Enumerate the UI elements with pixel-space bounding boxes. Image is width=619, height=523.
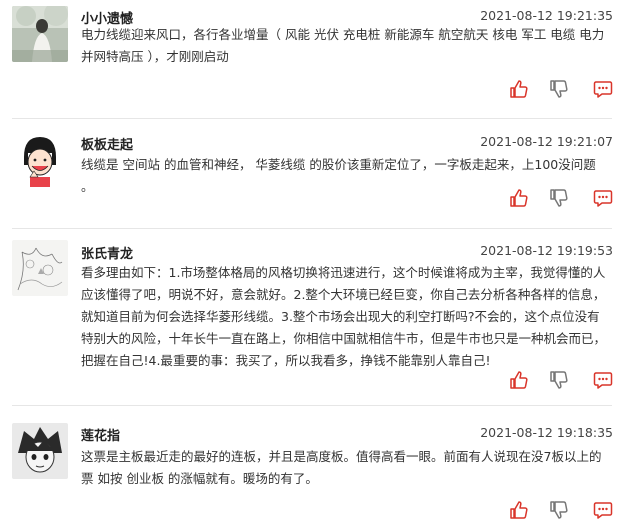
comment-icon[interactable] [593, 79, 613, 99]
timestamp: 2021-08-12 19:21:07 [480, 134, 613, 149]
comment-list: 小小遗憾 2021-08-12 19:21:35 电力线缆迎来风口，各行各业增量… [0, 0, 619, 523]
comment-icon[interactable] [593, 500, 613, 520]
comment-item: 小小遗憾 2021-08-12 19:21:35 电力线缆迎来风口，各行各业增量… [0, 0, 619, 118]
ink-sketch-avatar-icon [12, 240, 68, 296]
username[interactable]: 板板走起 [81, 134, 133, 153]
comment-item: 莲花指 2021-08-12 19:18:35 这票是主板最近走的最好的连板，并… [0, 411, 619, 523]
timestamp: 2021-08-12 19:19:53 [480, 243, 613, 258]
divider [12, 405, 612, 406]
comment-text: 电力线缆迎来风口，各行各业增量（ 风能 光伏 充电桩 新能源车 航空航天 核电 … [81, 27, 605, 64]
thumbs-down-icon[interactable] [549, 500, 569, 520]
avatar[interactable] [12, 240, 68, 296]
timestamp: 2021-08-12 19:21:35 [480, 8, 613, 23]
thumbs-down-icon[interactable] [549, 79, 569, 99]
comment-actions [509, 500, 613, 520]
divider [12, 228, 612, 229]
timestamp: 2021-08-12 19:18:35 [480, 425, 613, 440]
avatar[interactable] [12, 6, 68, 62]
avatar[interactable] [12, 131, 68, 187]
thumbs-up-icon[interactable] [509, 370, 529, 390]
comment-actions [509, 370, 613, 390]
username[interactable]: 张氏青龙 [81, 243, 133, 262]
comment-actions [509, 79, 613, 99]
username[interactable]: 莲花指 [81, 425, 120, 444]
comment-item: 板板走起 2021-08-12 19:21:07 线缆是 空间站 的血管和神经，… [0, 124, 619, 228]
thumbs-up-icon[interactable] [509, 188, 529, 208]
thumbs-up-icon[interactable] [509, 79, 529, 99]
manga-avatar-icon [12, 423, 68, 479]
comment-item: 张氏青龙 2021-08-12 19:19:53 看多理由如下：1.市场整体格局… [0, 234, 619, 404]
thumbs-up-icon[interactable] [509, 500, 529, 520]
woman-photo-avatar-icon [12, 6, 68, 62]
cartoon-girl-avatar-icon [12, 131, 68, 187]
comment-icon[interactable] [593, 370, 613, 390]
comment-actions [509, 188, 613, 208]
avatar[interactable] [12, 423, 68, 479]
thumbs-down-icon[interactable] [549, 188, 569, 208]
thumbs-down-icon[interactable] [549, 370, 569, 390]
divider [12, 118, 612, 119]
comment-icon[interactable] [593, 188, 613, 208]
comment-text: 这票是主板最近走的最好的连板，并且是高度板。值得高看一眼。前面有人说现在没7板以… [81, 449, 602, 486]
comment-text: 看多理由如下：1.市场整体格局的风格切换将迅速进行，这个时候谁将成为主宰，我觉得… [81, 265, 607, 368]
